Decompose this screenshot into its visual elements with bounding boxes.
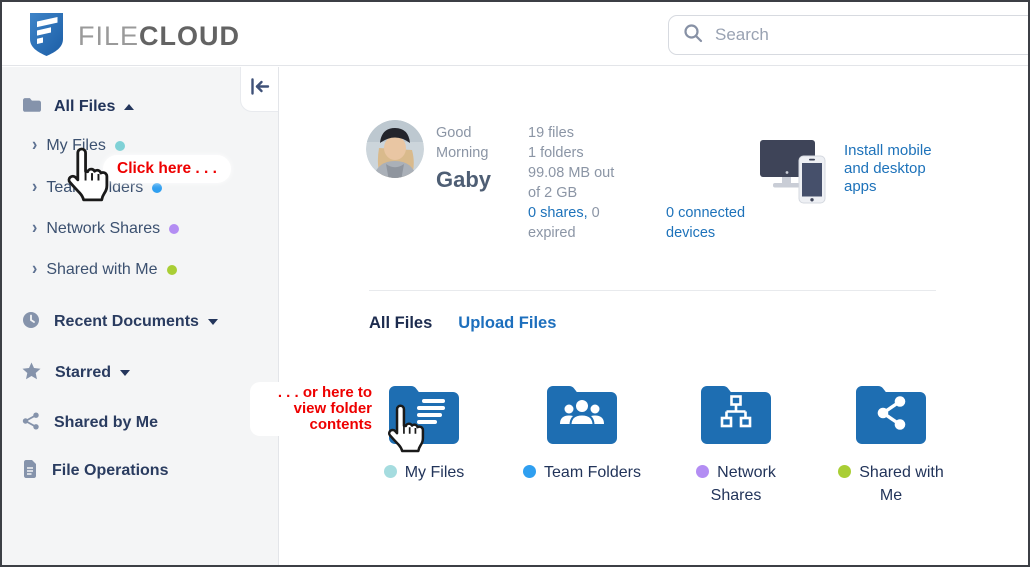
folder-tile-shared-with-me[interactable]: Shared with Me bbox=[816, 382, 966, 507]
color-dot bbox=[152, 183, 162, 193]
color-dot bbox=[384, 465, 397, 478]
sidebar-item-shared-with-me[interactable]: › Shared with Me bbox=[32, 257, 272, 283]
sidebar-item-label: Recent Documents bbox=[54, 313, 199, 331]
tabs: All Files Upload Files bbox=[369, 314, 556, 333]
storage-usage: 99.08 MB out of 2 GB bbox=[528, 163, 630, 203]
sidebar-item-label: All Files bbox=[54, 98, 115, 116]
caret-up-icon[interactable] bbox=[124, 104, 134, 110]
sidebar-item-shared-by-me[interactable]: Shared by Me bbox=[22, 410, 272, 436]
search-input[interactable] bbox=[715, 25, 965, 45]
section-divider bbox=[369, 290, 936, 291]
chevron-right-icon[interactable]: › bbox=[32, 260, 37, 281]
greeting-block: Good Morning Gaby bbox=[436, 123, 502, 193]
install-apps-link[interactable]: Install mobile and desktop apps bbox=[844, 142, 932, 195]
document-icon bbox=[22, 460, 38, 483]
search-icon bbox=[683, 23, 703, 48]
chevron-right-icon[interactable]: › bbox=[32, 136, 37, 157]
main-content: Good Morning Gaby 19 files 1 folders 99.… bbox=[279, 67, 1028, 565]
annotation-or-here: . . . or here to view folder contents bbox=[250, 382, 378, 436]
sidebar-item-network-shares[interactable]: › Network Shares bbox=[32, 216, 272, 242]
shares-line: 0 shares, 0 expired bbox=[528, 203, 630, 243]
annotation-line: . . . or here to bbox=[256, 385, 372, 401]
sidebar-item-label: File Operations bbox=[52, 462, 168, 480]
filecloud-app: FILECLOUD bbox=[0, 0, 1030, 567]
folder-tile-label: My Files bbox=[358, 461, 490, 484]
annotation-line: view folder bbox=[256, 401, 372, 417]
user-name: Gaby bbox=[436, 166, 502, 193]
sidebar-item-all-files[interactable]: All Files bbox=[22, 94, 272, 120]
tab-all-files[interactable]: All Files bbox=[369, 314, 432, 333]
account-stats: 19 files 1 folders 99.08 MB out of 2 GB … bbox=[528, 123, 630, 243]
search-box[interactable] bbox=[668, 15, 1030, 55]
caret-down-icon[interactable] bbox=[208, 319, 218, 325]
folders-count: 1 folders bbox=[528, 143, 630, 163]
header: FILECLOUD bbox=[2, 2, 1028, 66]
chevron-right-icon[interactable]: › bbox=[32, 178, 37, 199]
color-dot bbox=[167, 265, 177, 275]
folder-people-icon bbox=[547, 431, 617, 448]
folder-icon bbox=[22, 97, 42, 118]
connected-devices-link[interactable]: 0 connected devices bbox=[666, 205, 745, 241]
folder-tile-label: Shared with Me bbox=[825, 461, 957, 507]
sidebar-item-label: Starred bbox=[55, 364, 111, 382]
color-dot bbox=[523, 465, 536, 478]
hand-cursor-icon bbox=[384, 403, 430, 458]
files-count: 19 files bbox=[528, 123, 630, 143]
install-apps-block: Install mobile and desktop apps bbox=[844, 142, 932, 196]
folder-network-icon bbox=[701, 431, 771, 448]
devices-illustration bbox=[760, 140, 826, 209]
brand-part1: FILE bbox=[78, 21, 139, 51]
tab-upload-files[interactable]: Upload Files bbox=[458, 314, 556, 333]
connected-devices: 0 connected devices bbox=[666, 203, 760, 243]
color-dot bbox=[838, 465, 851, 478]
shares-link[interactable]: 0 shares, bbox=[528, 205, 588, 221]
share-icon bbox=[22, 412, 40, 435]
folder-tile-label: Team Folders bbox=[516, 461, 648, 484]
sidebar: All Files › My Files › Team Folders › Ne… bbox=[2, 67, 279, 565]
annotation-click-here: Click here . . . bbox=[103, 155, 231, 183]
sidebar-item-starred[interactable]: Starred bbox=[22, 360, 272, 386]
folder-tile-team-folders[interactable]: Team Folders bbox=[507, 382, 657, 484]
chevron-right-icon[interactable]: › bbox=[32, 219, 37, 240]
sidebar-item-label: Shared with Me bbox=[46, 261, 157, 279]
folder-tile-network-shares[interactable]: Network Shares bbox=[661, 382, 811, 507]
filecloud-logo[interactable]: FILECLOUD bbox=[28, 11, 240, 62]
sidebar-item-file-operations[interactable]: File Operations bbox=[22, 458, 272, 484]
sidebar-item-recent-documents[interactable]: Recent Documents bbox=[22, 309, 272, 335]
annotation-line: contents bbox=[256, 417, 372, 433]
color-dot bbox=[115, 141, 125, 151]
folder-share-icon bbox=[856, 431, 926, 448]
caret-down-icon[interactable] bbox=[120, 370, 130, 376]
filecloud-shield-icon bbox=[28, 11, 65, 62]
filecloud-wordmark: FILECLOUD bbox=[78, 21, 240, 52]
user-avatar[interactable] bbox=[366, 120, 424, 178]
sidebar-item-label: Network Shares bbox=[46, 220, 160, 238]
folder-tile-label: Network Shares bbox=[670, 461, 802, 507]
greeting-text: Good Morning bbox=[436, 125, 488, 161]
hand-cursor-icon bbox=[62, 146, 116, 207]
brand-part2: CLOUD bbox=[139, 21, 240, 51]
color-dot bbox=[169, 224, 179, 234]
color-dot bbox=[696, 465, 709, 478]
sidebar-item-label: Shared by Me bbox=[54, 414, 158, 432]
star-icon bbox=[22, 362, 41, 385]
clock-icon bbox=[22, 311, 40, 334]
